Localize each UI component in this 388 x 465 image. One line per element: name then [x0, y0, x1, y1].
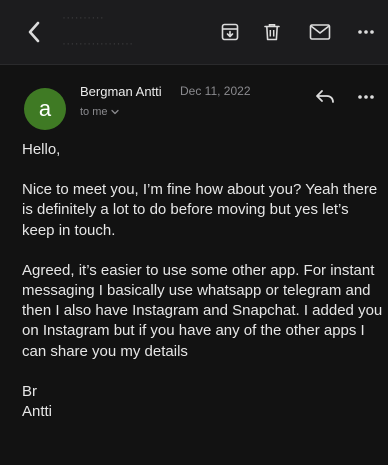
body-paragraph-1: Nice to meet you, I’m fine how about you… [22, 181, 378, 239]
avatar[interactable]: a [24, 88, 66, 130]
delete-button[interactable] [258, 18, 286, 46]
body-paragraph-2: Agreed, it’s easier to use some other ap… [22, 261, 383, 360]
back-button[interactable] [20, 18, 48, 46]
toolbar-more-button[interactable] [352, 18, 380, 46]
message-body: Hello, Nice to meet you, I’m fine how ab… [22, 140, 384, 422]
blurred-subject-line-1: ·········· [62, 10, 104, 24]
mark-unread-button[interactable] [306, 18, 334, 46]
recipient-label: to me [80, 106, 108, 118]
signature: Antti [22, 403, 53, 421]
archive-button[interactable] [216, 18, 244, 46]
reply-icon [316, 90, 334, 103]
blurred-subject-line-2: ················· [62, 36, 134, 50]
top-toolbar: ·········· ················· [0, 0, 388, 64]
closing: Br [22, 382, 37, 400]
reply-button[interactable] [312, 84, 338, 110]
greeting: Hello, [22, 141, 61, 158]
mail-icon [309, 24, 331, 40]
message-date: Dec 11, 2022 [180, 84, 251, 98]
more-icon [358, 95, 374, 99]
sender-name[interactable]: Bergman Antti [80, 84, 162, 99]
recipient-details-toggle[interactable]: to me [80, 106, 119, 118]
trash-icon [264, 24, 280, 41]
chevron-down-icon [110, 109, 119, 115]
message-header: a Bergman Antti Dec 11, 2022 to me [0, 72, 388, 132]
message-more-button[interactable] [354, 84, 378, 110]
more-icon [358, 30, 374, 34]
toolbar-divider [0, 64, 388, 65]
archive-icon [221, 23, 239, 41]
back-icon [28, 21, 40, 43]
